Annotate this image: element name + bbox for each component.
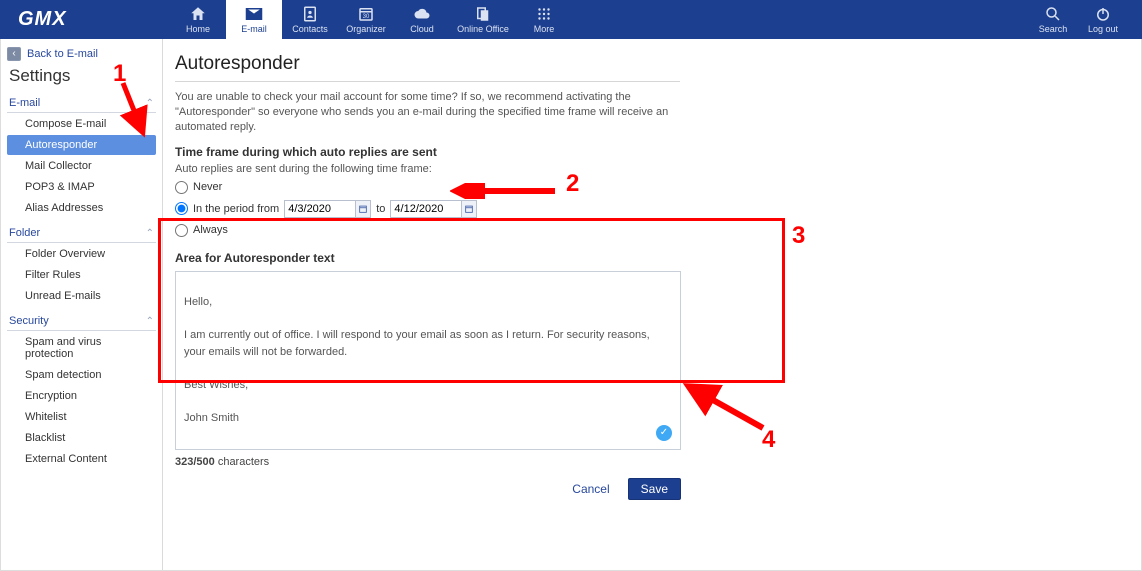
nav-items: Home E-mail Contacts 30 Organizer Cloud … [170,0,572,39]
nav-contacts[interactable]: Contacts [282,0,338,39]
section-email[interactable]: E-mail ⌃ [7,94,156,113]
cancel-button[interactable]: Cancel [566,481,615,497]
chevron-left-icon: ‹ [7,47,21,61]
cloud-icon [413,5,431,23]
date-to-input[interactable] [390,200,462,218]
char-count-suffix: characters [215,456,269,468]
char-count: 323/500 characters [175,456,1117,468]
sidebar-item-spam-virus[interactable]: Spam and virus protection [7,332,156,364]
nav-home[interactable]: Home [170,0,226,39]
autoresponder-text-label: Area for Autoresponder text [175,251,1117,265]
calendar-to-button[interactable] [461,200,477,218]
sidebar-item-unread[interactable]: Unread E-mails [7,286,156,306]
nav-online-office-label: Online Office [457,24,509,34]
date-from-input[interactable] [284,200,356,218]
nav-online-office[interactable]: Online Office [450,0,516,39]
nav-search[interactable]: Search [1028,0,1078,39]
sidebar-item-mail-collector[interactable]: Mail Collector [7,156,156,176]
content: Autoresponder You are unable to check yo… [163,39,1141,570]
section-folder[interactable]: Folder ⌃ [7,224,156,243]
page-title: Autoresponder [175,53,1117,75]
section-security[interactable]: Security ⌃ [7,312,156,331]
save-button[interactable]: Save [628,478,681,500]
sidebar-item-whitelist[interactable]: Whitelist [7,407,156,427]
chevron-up-icon: ⌃ [146,98,154,109]
sidebar-item-folder-overview[interactable]: Folder Overview [7,244,156,264]
radio-always-input[interactable] [175,224,188,237]
power-icon [1094,5,1112,23]
divider [175,81,680,82]
nav-organizer[interactable]: 30 Organizer [338,0,394,39]
nav-cloud-label: Cloud [410,24,434,34]
grid-icon [535,5,553,23]
timeframe-sub: Auto replies are sent during the followi… [175,163,1117,175]
calendar-icon: 30 [357,5,375,23]
autoresponder-text-content: Hello, I am currently out of office. I w… [184,296,650,424]
svg-text:30: 30 [363,14,370,20]
nav-contacts-label: Contacts [292,24,328,34]
section-folder-label: Folder [9,227,40,239]
sidebar-item-autoresponder[interactable]: Autoresponder [7,135,156,155]
mail-icon [245,5,263,23]
sidebar-item-spam-detection[interactable]: Spam detection [7,365,156,385]
settings-sidebar: ‹ Back to E-mail Settings E-mail ⌃ Compo… [1,39,163,570]
button-row: Cancel Save [175,478,681,500]
chevron-up-icon: ⌃ [146,316,154,327]
radio-always-label: Always [193,224,228,236]
settings-title: Settings [9,66,156,86]
nav-email-label: E-mail [241,24,267,34]
sidebar-item-filter-rules[interactable]: Filter Rules [7,265,156,285]
nav-right: Search Log out [1028,0,1142,39]
calendar-icon [464,204,474,214]
radio-never-label: Never [193,181,222,193]
main: ‹ Back to E-mail Settings E-mail ⌃ Compo… [0,39,1142,571]
nav-more-label: More [534,24,555,34]
radio-period-input[interactable] [175,202,188,215]
section-security-label: Security [9,315,49,327]
sidebar-item-pop3-imap[interactable]: POP3 & IMAP [7,177,156,197]
radio-never[interactable]: Never [175,181,1117,194]
back-link-label: Back to E-mail [27,48,98,60]
sidebar-item-blacklist[interactable]: Blacklist [7,428,156,448]
nav-email[interactable]: E-mail [226,0,282,39]
office-icon [474,5,492,23]
nav-logout-label: Log out [1088,24,1118,34]
top-nav: GMX Home E-mail Contacts 30 Organizer Cl… [0,0,1142,39]
check-icon: ✓ [656,425,672,441]
nav-logout[interactable]: Log out [1078,0,1128,39]
back-to-email[interactable]: ‹ Back to E-mail [7,47,156,61]
char-count-number: 323/500 [175,456,215,468]
sidebar-item-encryption[interactable]: Encryption [7,386,156,406]
section-email-label: E-mail [9,97,40,109]
brand-logo: GMX [0,0,170,39]
radio-period[interactable]: In the period from to [175,200,1117,218]
search-icon [1044,5,1062,23]
radio-never-input[interactable] [175,181,188,194]
chevron-up-icon: ⌃ [146,228,154,239]
nav-organizer-label: Organizer [346,24,386,34]
timeframe-title: Time frame during which auto replies are… [175,145,1117,159]
nav-more[interactable]: More [516,0,572,39]
radio-always[interactable]: Always [175,224,1117,237]
sidebar-item-compose[interactable]: Compose E-mail [7,114,156,134]
autoresponder-textarea[interactable]: Hello, I am currently out of office. I w… [175,271,681,450]
contacts-icon [301,5,319,23]
sidebar-item-alias[interactable]: Alias Addresses [7,198,156,218]
sidebar-item-external-content[interactable]: External Content [7,449,156,469]
radio-period-to: to [376,203,385,215]
intro-text: You are unable to check your mail accoun… [175,90,695,135]
radio-period-label: In the period from [193,203,279,215]
nav-home-label: Home [186,24,210,34]
calendar-from-button[interactable] [355,200,371,218]
nav-cloud[interactable]: Cloud [394,0,450,39]
calendar-icon [358,204,368,214]
nav-search-label: Search [1039,24,1068,34]
home-icon [189,5,207,23]
